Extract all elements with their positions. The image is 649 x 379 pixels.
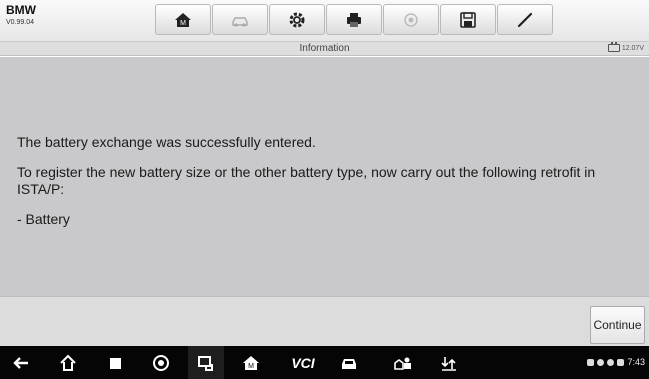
action-bar: Continue [0, 296, 649, 346]
voltage-indicator: 12.07V [607, 42, 644, 52]
home-button[interactable]: M [155, 4, 211, 35]
system-nav-bar: M VCI 7:43 [0, 346, 649, 379]
toolbar-buttons: M [155, 4, 553, 35]
android-home-button[interactable] [57, 353, 79, 373]
vehicle-menu-button[interactable] [338, 353, 360, 373]
vcl-label: VCI [291, 355, 315, 371]
help-button[interactable] [383, 4, 439, 35]
version-label: V0.99.04 [6, 19, 35, 26]
printer-icon [347, 12, 361, 27]
battery-status-icon [617, 358, 625, 366]
back-arrow-icon [13, 357, 28, 369]
car-icon [232, 16, 248, 27]
svg-text:M: M [248, 363, 254, 370]
wifi-icon [607, 358, 615, 366]
svg-text:M: M [180, 20, 186, 27]
update-button[interactable] [438, 353, 460, 373]
print-button[interactable] [326, 4, 382, 35]
remote-icon [198, 355, 213, 371]
car-icon [342, 359, 356, 369]
help-icon [404, 12, 418, 27]
brand-name: BMW [6, 3, 36, 17]
settings-button[interactable] [269, 4, 325, 35]
pen-icon [517, 12, 533, 27]
message-line: To register the new battery size or the … [17, 164, 596, 197]
vehicle-button[interactable] [212, 4, 268, 35]
status-area: 7:43 [587, 357, 645, 367]
vcl-button[interactable]: VCI [288, 353, 318, 373]
autel-home-button[interactable]: M [240, 353, 262, 373]
message-line: - Battery [17, 211, 70, 227]
message-line: The battery exchange was successfully en… [17, 134, 316, 150]
save-button[interactable] [440, 4, 496, 35]
house-icon [60, 354, 76, 371]
top-toolbar: BMW V0.99.04 M [0, 0, 649, 42]
shop-manager-button[interactable] [390, 353, 416, 373]
voltage-value: 12.07V [621, 44, 644, 52]
edit-button[interactable] [497, 4, 553, 35]
message-panel: The battery exchange was successfully en… [0, 57, 649, 296]
message-icon [587, 358, 595, 366]
gear-icon [289, 12, 305, 27]
recents-icon [110, 358, 121, 369]
browser-button[interactable] [150, 353, 172, 373]
continue-button[interactable]: Continue [590, 306, 645, 344]
browser-icon [153, 355, 169, 371]
remote-button[interactable] [188, 346, 224, 379]
page-title: Information [299, 43, 350, 54]
battery-icon [607, 42, 620, 52]
alarm-icon [597, 358, 605, 366]
brand: BMW V0.99.04 [6, 4, 36, 26]
home-icon: M [175, 12, 191, 27]
title-bar: Information 12.07V [0, 42, 649, 56]
recents-button[interactable] [104, 353, 126, 373]
update-icon [441, 357, 456, 371]
home-icon: M [243, 356, 259, 370]
save-icon [460, 11, 476, 28]
shop-icon [394, 357, 411, 370]
clock: 7:43 [627, 357, 645, 367]
back-button[interactable] [10, 353, 32, 373]
